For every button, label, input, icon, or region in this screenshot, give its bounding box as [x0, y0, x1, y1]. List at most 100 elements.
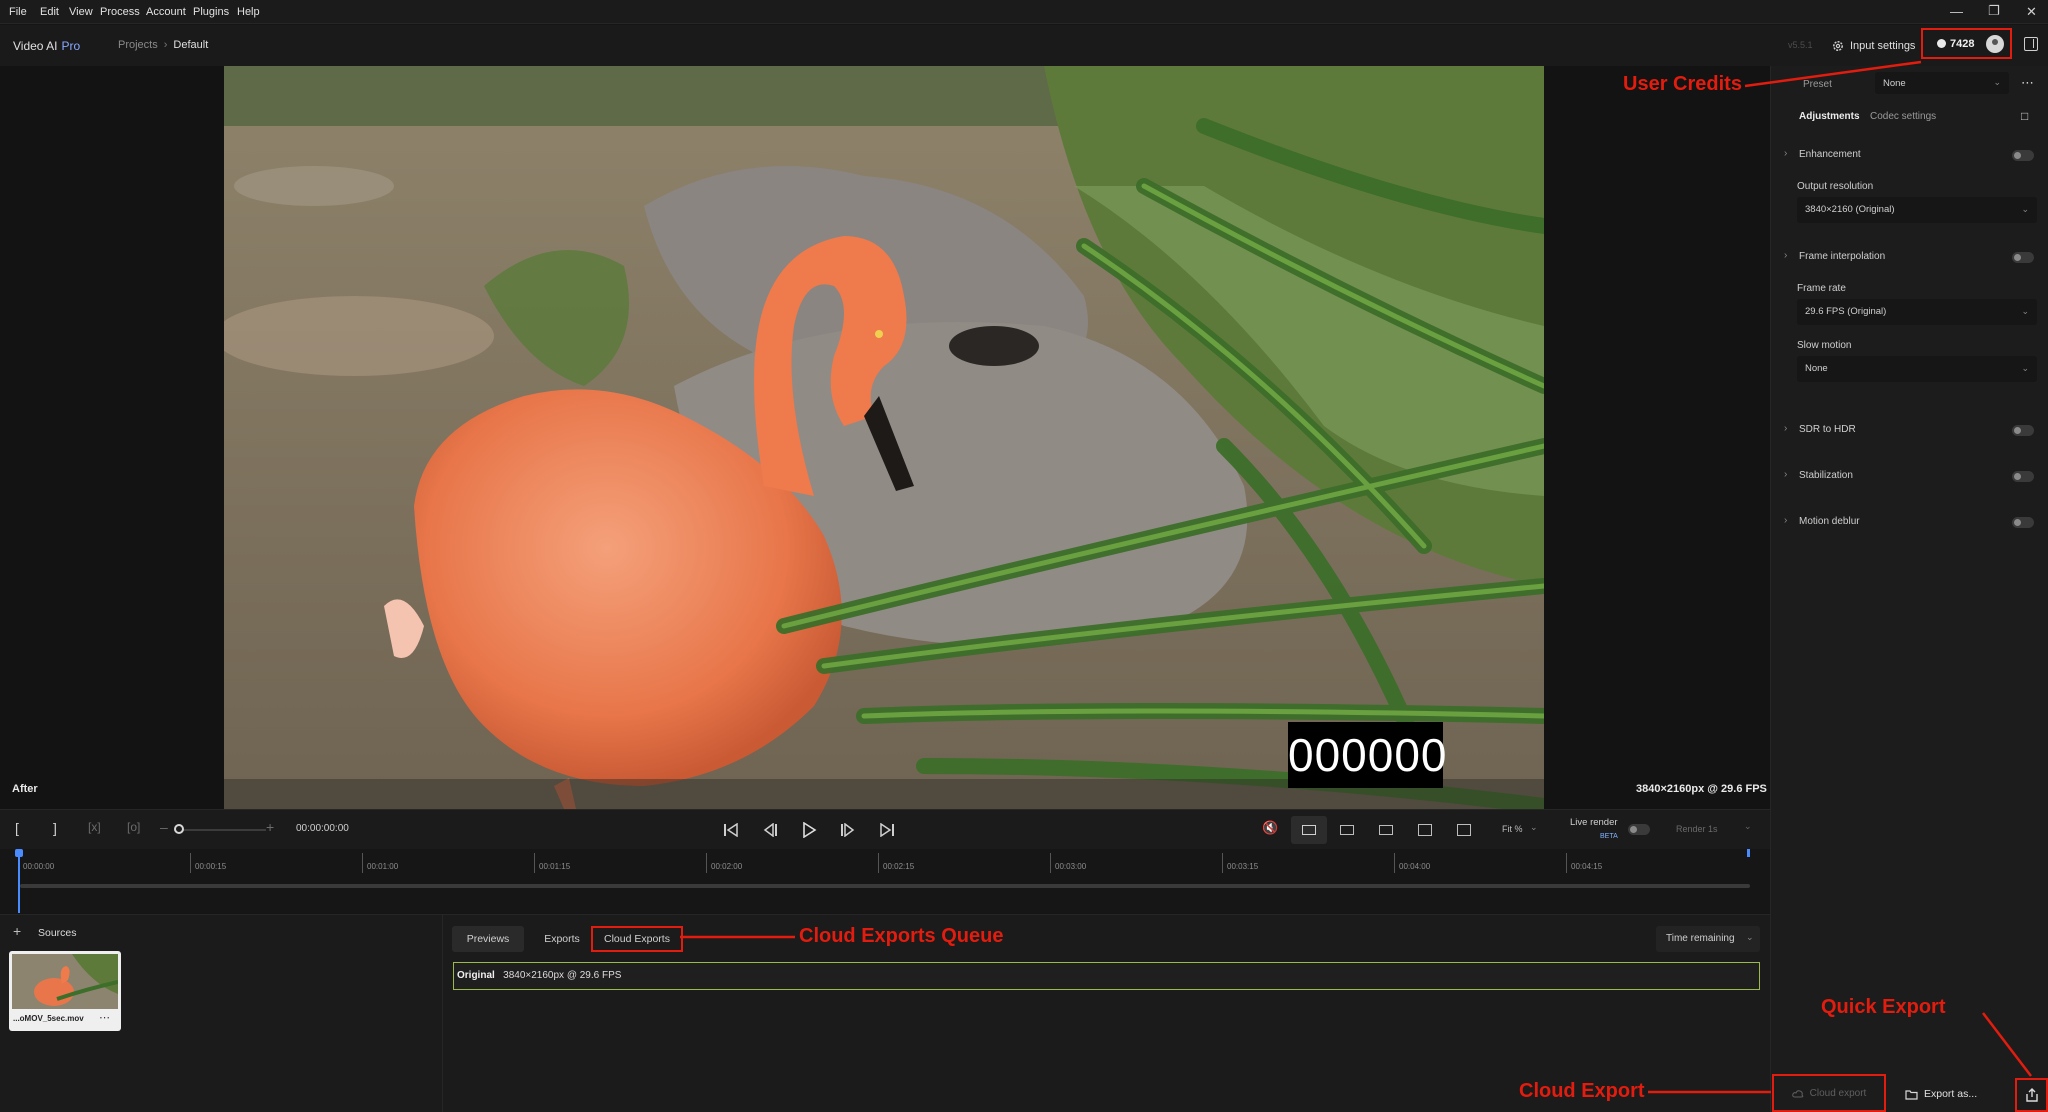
- clear-marks-icon[interactable]: [x]: [88, 820, 101, 834]
- chevron-right-icon[interactable]: ›: [1784, 148, 1787, 159]
- output-resolution-value: 3840×2160 (Original): [1805, 204, 1895, 215]
- snap-icon[interactable]: [o]: [127, 820, 140, 834]
- stabilization-toggle[interactable]: [2012, 471, 2034, 482]
- restore-icon[interactable]: ❐: [1988, 3, 2000, 19]
- minimize-icon[interactable]: —: [1950, 4, 1963, 19]
- fit-zoom-select[interactable]: Fit %: [1502, 824, 1523, 834]
- chevron-down-icon[interactable]: ⌄: [1744, 821, 1752, 832]
- timeline-tick: [1050, 853, 1051, 873]
- menu-help[interactable]: Help: [237, 6, 260, 18]
- beta-badge: BETA: [1600, 833, 1618, 840]
- quick-export-button[interactable]: [2015, 1078, 2048, 1112]
- chevron-right-icon[interactable]: ›: [1784, 423, 1787, 434]
- menu-plugins[interactable]: Plugins: [193, 6, 229, 18]
- timeline-track[interactable]: [20, 884, 1750, 888]
- live-render-toggle[interactable]: [1628, 824, 1650, 835]
- add-source-icon[interactable]: +: [13, 923, 21, 939]
- menu-view[interactable]: View: [69, 6, 93, 18]
- grid-view-icon[interactable]: [1418, 824, 1432, 836]
- more-options-icon[interactable]: ⋯: [2021, 75, 2034, 91]
- export-queue-row[interactable]: Original 3840×2160px @ 29.6 FPS: [453, 962, 1760, 990]
- export-as-button[interactable]: Export as...: [1905, 1082, 1977, 1106]
- frame-interpolation-label: Frame interpolation: [1799, 251, 1886, 262]
- chevron-down-icon: ⌄: [2021, 306, 2029, 316]
- cloud-icon: [1791, 1089, 1803, 1097]
- frame-interpolation-toggle[interactable]: [2012, 252, 2034, 263]
- preset-value: None: [1883, 78, 1906, 89]
- mute-icon[interactable]: 🔇: [1262, 820, 1278, 836]
- playhead[interactable]: [15, 849, 23, 913]
- more-options-icon[interactable]: ⋯: [99, 1011, 110, 1024]
- sdr-to-hdr-label: SDR to HDR: [1799, 424, 1856, 435]
- zoom-out-icon[interactable]: –: [160, 819, 168, 835]
- credits-count: 7428: [1950, 37, 1975, 50]
- preset-select[interactable]: None ⌄: [1875, 72, 2009, 94]
- gear-icon: [1833, 41, 1843, 51]
- panel-toggle-icon[interactable]: [2024, 37, 2038, 51]
- slow-motion-value: None: [1805, 363, 1828, 374]
- sort-select[interactable]: Time remaining ⌄: [1656, 926, 1760, 952]
- timeline-tick: [706, 853, 707, 873]
- frame-rate-select[interactable]: 29.6 FPS (Original) ⌄: [1797, 299, 2037, 325]
- zoom-in-icon[interactable]: +: [266, 819, 274, 835]
- frame-rate-value: 29.6 FPS (Original): [1805, 306, 1887, 317]
- timeline-tick-label: 00:04:00: [1399, 862, 1431, 871]
- enhancement-toggle[interactable]: [2012, 150, 2034, 161]
- timeline-tick-label: 00:02:15: [883, 862, 915, 871]
- mark-out-icon[interactable]: ]: [53, 820, 57, 836]
- sdr-to-hdr-toggle[interactable]: [2012, 425, 2034, 436]
- tab-cloud-exports[interactable]: Cloud Exports: [591, 926, 683, 952]
- step-forward-icon[interactable]: [840, 823, 856, 837]
- share-icon: [2025, 1088, 2038, 1102]
- cloud-export-button[interactable]: Cloud export: [1772, 1074, 1886, 1112]
- close-icon[interactable]: ✕: [2026, 4, 2037, 20]
- output-resolution-select[interactable]: 3840×2160 (Original) ⌄: [1797, 197, 2037, 223]
- play-icon[interactable]: [801, 822, 817, 838]
- timeline-tick: [190, 853, 191, 873]
- menu-edit[interactable]: Edit: [40, 6, 59, 18]
- single-view-icon: [1302, 825, 1316, 835]
- chevron-right-icon[interactable]: ›: [1784, 469, 1787, 480]
- input-settings-button[interactable]: Input settings: [1832, 36, 1915, 56]
- chevron-right-icon[interactable]: ›: [1784, 515, 1787, 526]
- credit-coin-icon: [1937, 39, 1946, 48]
- skip-to-start-icon[interactable]: [723, 823, 739, 837]
- timeline-tick: [362, 853, 363, 873]
- mark-in-icon[interactable]: [: [15, 820, 19, 836]
- step-back-icon[interactable]: [762, 823, 778, 837]
- frame-counter: 000000: [1288, 722, 1447, 788]
- compare-icon[interactable]: [1457, 824, 1471, 836]
- menu-process[interactable]: Process: [100, 6, 140, 18]
- app-header: Video AI Pro Projects › Default v5.5.1 Inpu…: [0, 25, 2048, 66]
- side-by-side-icon[interactable]: [1379, 825, 1393, 835]
- chevron-down-icon: ⌄: [1993, 77, 2001, 87]
- timeline-tick-label: 00:02:00: [711, 862, 743, 871]
- slow-motion-select[interactable]: None ⌄: [1797, 356, 2037, 382]
- split-view-icon[interactable]: [1340, 825, 1354, 835]
- zoom-slider-handle[interactable]: [174, 824, 184, 834]
- timeline[interactable]: 00:00:00 00:00:15 00:01:00 00:01:15 00:0…: [0, 849, 1770, 913]
- motion-deblur-toggle[interactable]: [2012, 517, 2034, 528]
- user-credits-button[interactable]: 7428: [1921, 28, 2012, 59]
- zoom-slider-track[interactable]: [174, 829, 266, 831]
- tab-exports[interactable]: Exports: [534, 926, 590, 952]
- menu-account[interactable]: Account: [146, 6, 186, 18]
- out-point-marker[interactable]: [1747, 849, 1750, 857]
- sources-title: Sources: [38, 927, 77, 939]
- chevron-right-icon[interactable]: ›: [1784, 250, 1787, 261]
- tab-previews[interactable]: Previews: [452, 926, 524, 952]
- single-view-button[interactable]: [1291, 816, 1327, 844]
- breadcrumb-projects[interactable]: Projects: [118, 39, 158, 51]
- menu-file[interactable]: File: [9, 6, 27, 18]
- timecode[interactable]: 00:00:00:00: [296, 823, 349, 834]
- resolution-label: 3840×2160px @ 29.6 FPS: [1636, 783, 1767, 795]
- avatar[interactable]: [1986, 34, 2005, 53]
- skip-to-end-icon[interactable]: [879, 823, 895, 837]
- source-clip-card[interactable]: ...oMOV_5sec.mov ⋯: [9, 951, 121, 1031]
- render-button[interactable]: Render 1s: [1676, 824, 1718, 834]
- tab-adjustments[interactable]: Adjustments: [1799, 111, 1860, 122]
- tab-codec-settings[interactable]: Codec settings: [1870, 111, 1936, 122]
- crop-icon[interactable]: □: [2021, 109, 2028, 123]
- chevron-down-icon: ⌄: [1746, 932, 1754, 942]
- flamingo-video-image: [224, 66, 1544, 809]
